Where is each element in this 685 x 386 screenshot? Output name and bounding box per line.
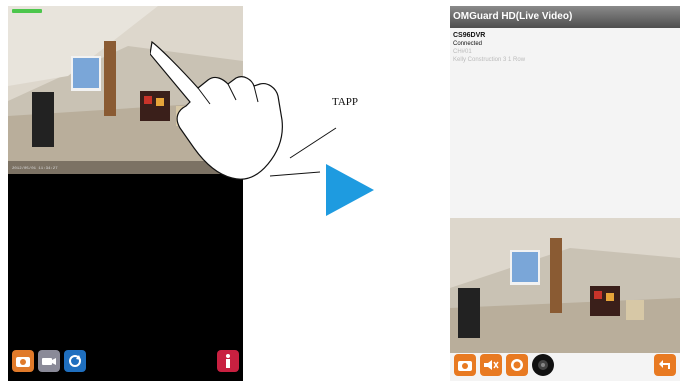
snapshot-icon[interactable] [12,350,34,372]
room-scene [450,218,680,353]
connection-status: Connected [453,41,483,47]
live-video-feed[interactable] [450,218,680,353]
right-toolbar [450,351,680,379]
tapp-label: TAPP [332,96,359,108]
tap-hand-icon [150,40,337,180]
record-icon[interactable] [38,350,60,372]
device-name: CS96DVR [453,32,486,39]
channel-label: CH#01 [453,49,472,55]
video-timestamp: 2012/05/01 11:34:27 [12,167,58,171]
record-icon[interactable] [506,354,528,376]
ptz-icon[interactable] [532,354,554,376]
transition-arrow-icon [326,164,374,216]
mute-icon[interactable] [480,354,502,376]
right-phone-screen: OMGuard HD(Live Video) CS96DVR Connected… [450,6,680,381]
camera-icon[interactable] [454,354,476,376]
signal-indicator [12,9,42,13]
info-icon[interactable] [217,350,239,372]
device-info: CS96DVR Connected CH#01 Kelly Constructi… [453,32,525,64]
left-toolbar [8,345,243,377]
location-label: Kelly Construction 3 1 Row [453,57,526,63]
back-icon[interactable] [654,354,676,376]
refresh-icon[interactable] [64,350,86,372]
app-title-bar: OMGuard HD(Live Video) [450,6,680,28]
